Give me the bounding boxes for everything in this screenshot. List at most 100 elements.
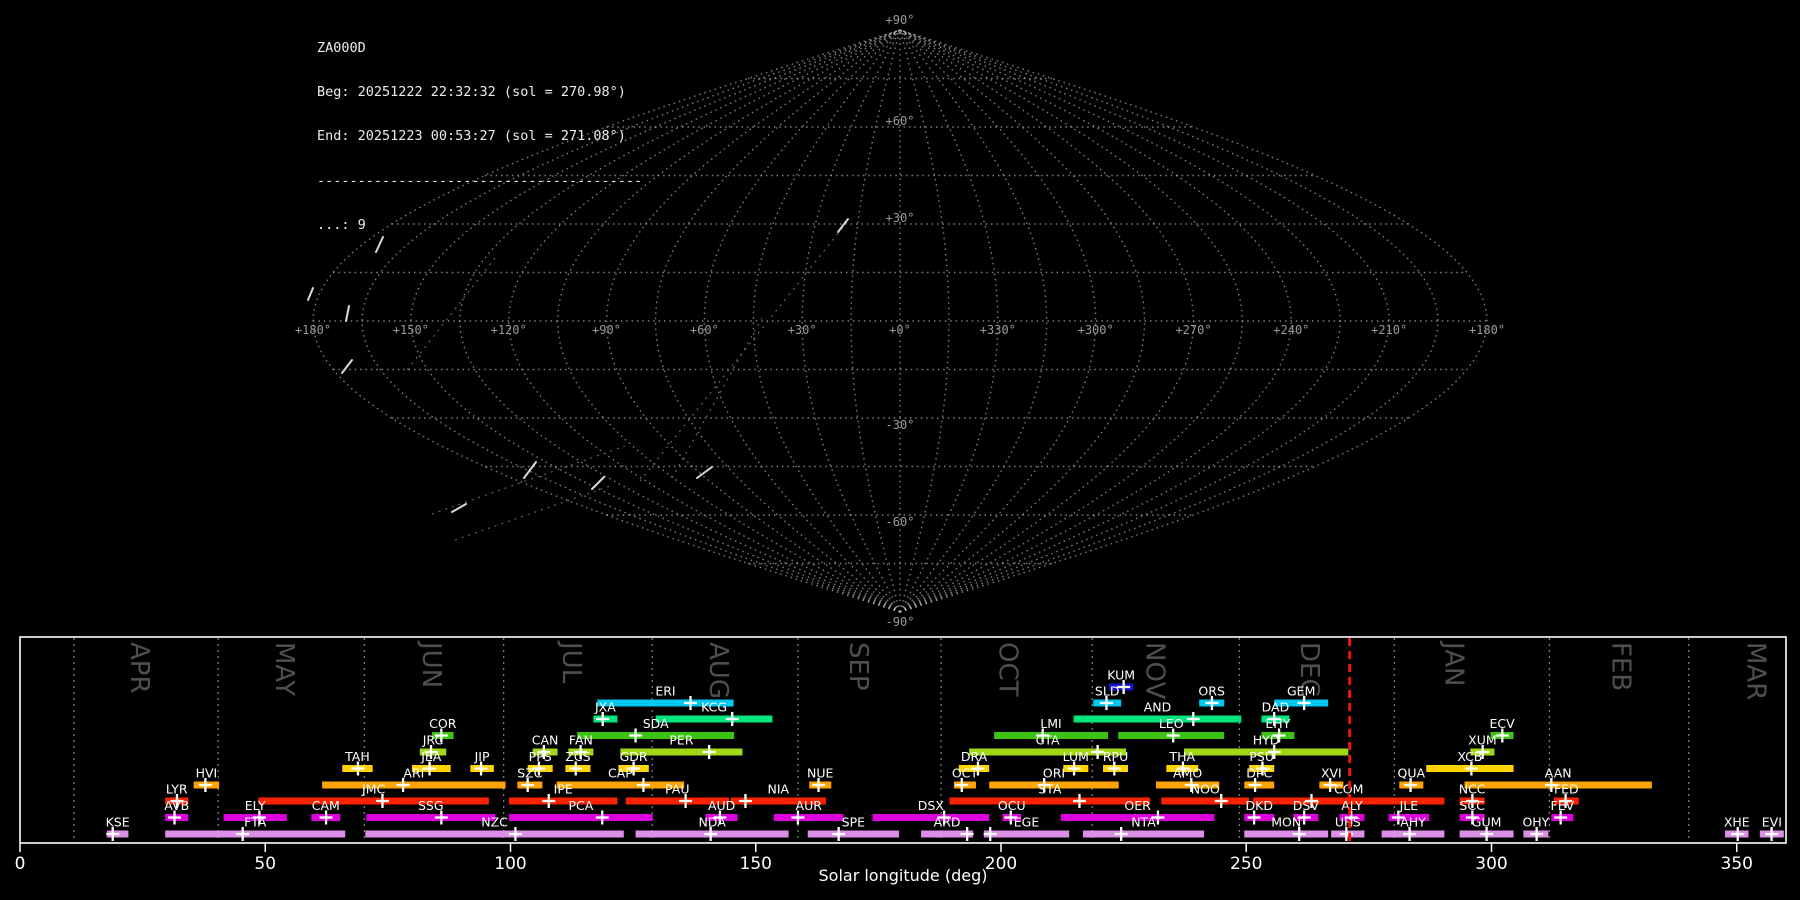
shower-label-FEV: FEV [1551, 798, 1575, 813]
x-tick-label: 350 [1721, 854, 1753, 874]
shower-label-FED: FED [1554, 782, 1579, 797]
dec-grid-label: +60° [886, 114, 915, 128]
shower-bar-AND [1073, 715, 1242, 723]
shower-label-OER: OER [1124, 798, 1151, 813]
shower-label-PAU: PAU [665, 782, 689, 797]
ra-grid-label: +90° [592, 323, 621, 337]
x-tick-label: 100 [494, 854, 526, 874]
shower-label-ZCS: ZCS [565, 749, 590, 764]
shower-label-XVI: XVI [1321, 766, 1342, 781]
month-label: NOV [1140, 642, 1170, 699]
shower-label-LYR: LYR [166, 782, 188, 797]
shower-label-HYD: HYD [1253, 733, 1280, 748]
shower-peak-ARD [960, 827, 974, 841]
shower-label-AUD: AUD [708, 798, 735, 813]
shower-bar-NOO [1161, 797, 1250, 805]
shower-label-LMI: LMI [1040, 716, 1061, 731]
meteor-track [345, 305, 350, 322]
shower-label-AUR: AUR [796, 798, 823, 813]
shower-peak-PCA [595, 810, 609, 825]
shower-label-DSV: DSV [1293, 798, 1320, 813]
month-label: SEP [843, 642, 873, 691]
ra-grid-label: +240° [1273, 323, 1309, 337]
shower-label-OHY: OHY [1522, 815, 1549, 830]
x-tick-label: 150 [740, 854, 772, 874]
shower-label-ARI: ARI [403, 766, 424, 781]
shower-label-CAP: CAP [608, 766, 633, 781]
shower-label-OCU: OCU [998, 798, 1026, 813]
shower-label-RPU: RPU [1103, 749, 1128, 764]
month-label: APR [124, 642, 154, 694]
shower-label-SPE: SPE [842, 815, 865, 830]
shower-bar-PCA [509, 814, 653, 821]
shower-label-JLE: JLE [1399, 798, 1419, 813]
shower-label-STA: STA [1038, 782, 1062, 797]
meteor-count: ...: 9 [317, 217, 366, 234]
observation-end: End: 20251223 00:53:27 (sol = 271.08°) [317, 128, 626, 145]
shower-bar-AUR [773, 814, 844, 821]
meteor-track [837, 218, 849, 233]
shower-label-PCA: PCA [568, 798, 593, 813]
shower-label-KUM: KUM [1107, 668, 1135, 683]
x-axis-title: Solar longitude (deg) [819, 866, 988, 885]
shower-label-ALY: ALY [1341, 798, 1363, 813]
shower-peak-NZC [508, 827, 522, 841]
x-tick-label: 50 [254, 854, 276, 874]
shower-peak-NTA [1114, 827, 1128, 841]
shower-label-NUE: NUE [807, 766, 833, 781]
shower-bar-SPE [807, 830, 899, 838]
station-info-block: ZA000D Beg: 20251222 22:32:32 (sol = 270… [317, 11, 642, 263]
shower-label-NIA: NIA [768, 782, 790, 797]
ra-grid-label: +270° [1175, 323, 1211, 337]
shower-label-EGE: EGE [1014, 815, 1040, 830]
shower-label-PER: PER [669, 733, 693, 748]
shower-label-XUM: XUM [1468, 733, 1497, 748]
ra-grid-label: +180° [1469, 323, 1505, 337]
shower-label-GEM: GEM [1287, 684, 1315, 699]
shower-label-NCC: NCC [1459, 782, 1486, 797]
month-label: MAY [269, 642, 299, 696]
x-tick-label: 200 [985, 854, 1017, 874]
ra-grid-label: +60° [690, 323, 719, 337]
month-label: MAR [1740, 642, 1770, 700]
shower-label-PSU: PSU [1249, 749, 1274, 764]
shower-label-AND: AND [1144, 700, 1172, 715]
shower-label-JIP: JIP [474, 749, 490, 764]
separator-line: ---------------------------------------- [317, 172, 643, 189]
dec-grid-label: -90° [886, 615, 915, 629]
ra-grid-label: +180° [295, 323, 331, 337]
shower-peak-SDA [629, 728, 643, 743]
shower-label-MON: MON [1271, 815, 1301, 830]
shower-bar-JMC [258, 797, 489, 805]
shower-label-LEO: LEO [1159, 716, 1184, 731]
shower-label-SSG: SSG [418, 798, 444, 813]
ra-grid-label: +120° [491, 323, 527, 337]
shower-label-NZC: NZC [481, 815, 508, 830]
shower-peak-ERI [684, 696, 698, 710]
shower-label-COR: COR [429, 716, 457, 731]
shower-label-QUA: QUA [1398, 766, 1426, 781]
dec-grid-label: -30° [886, 418, 915, 432]
shower-label-NTA: NTA [1131, 815, 1156, 830]
shower-label-FAN: FAN [569, 733, 593, 748]
observation-begin: Beg: 20251222 22:32:32 (sol = 270.98°) [317, 83, 626, 100]
shower-label-SZC: SZC [517, 766, 542, 781]
shower-label-KCG: KCG [701, 700, 727, 715]
meteor-trail [431, 445, 626, 515]
shower-bar-NZC [365, 830, 624, 838]
shower-label-GUM: GUM [1472, 815, 1502, 830]
shower-label-EHY: EHY [1265, 716, 1290, 731]
meridian [899, 29, 1048, 613]
shower-label-JRC: JRC [422, 733, 444, 748]
shower-label-EVI: EVI [1762, 815, 1782, 830]
shower-label-URS: URS [1335, 815, 1361, 830]
shower-label-FTA: FTA [244, 815, 267, 830]
shower-label-LUM: LUM [1063, 749, 1089, 764]
shower-label-CTA: CTA [1036, 733, 1060, 748]
dec-grid-label: +90° [886, 13, 915, 27]
shower-label-THA: THA [1168, 749, 1195, 764]
x-tick-label: 300 [1475, 854, 1507, 874]
shower-label-AMO: AMO [1173, 766, 1202, 781]
shower-bar-ARI [322, 781, 506, 789]
ra-grid-label: +30° [788, 323, 817, 337]
